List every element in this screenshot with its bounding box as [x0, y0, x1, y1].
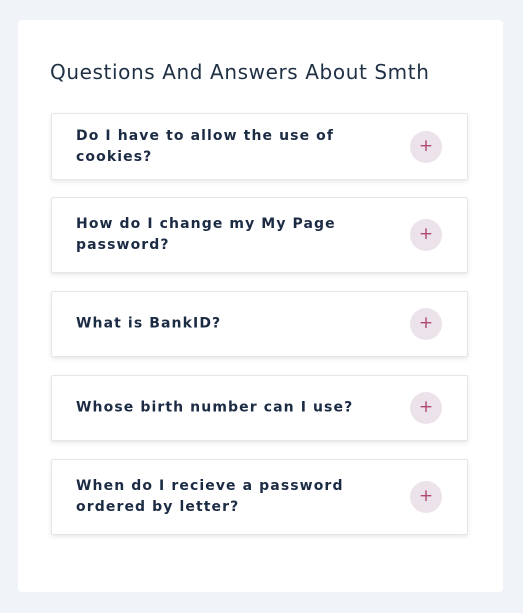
faq-card: Questions And Answers About Smth Do I ha…	[18, 20, 503, 592]
faq-item[interactable]: How do I change my My Page password? +	[51, 197, 468, 273]
faq-item[interactable]: Do I have to allow the use of cookies? +	[51, 113, 468, 180]
plus-icon[interactable]: +	[410, 130, 442, 163]
faq-question: How do I change my My Page password?	[76, 216, 336, 253]
faq-question: What is BankID?	[76, 315, 222, 332]
plus-icon[interactable]: +	[410, 481, 442, 513]
faq-item[interactable]: Whose birth number can I use? +	[51, 375, 468, 441]
faq-item[interactable]: When do I recieve a password ordered by …	[51, 459, 468, 535]
plus-icon[interactable]: +	[410, 219, 442, 251]
faq-question: Whose birth number can I use?	[76, 399, 354, 416]
faq-item[interactable]: What is BankID? +	[51, 291, 468, 357]
plus-icon[interactable]: +	[410, 308, 442, 340]
page-title: Questions And Answers About Smth	[50, 60, 430, 84]
faq-question: Do I have to allow the use of cookies?	[76, 127, 335, 165]
faq-question: When do I recieve a password ordered by …	[76, 478, 344, 515]
plus-icon[interactable]: +	[410, 392, 442, 424]
